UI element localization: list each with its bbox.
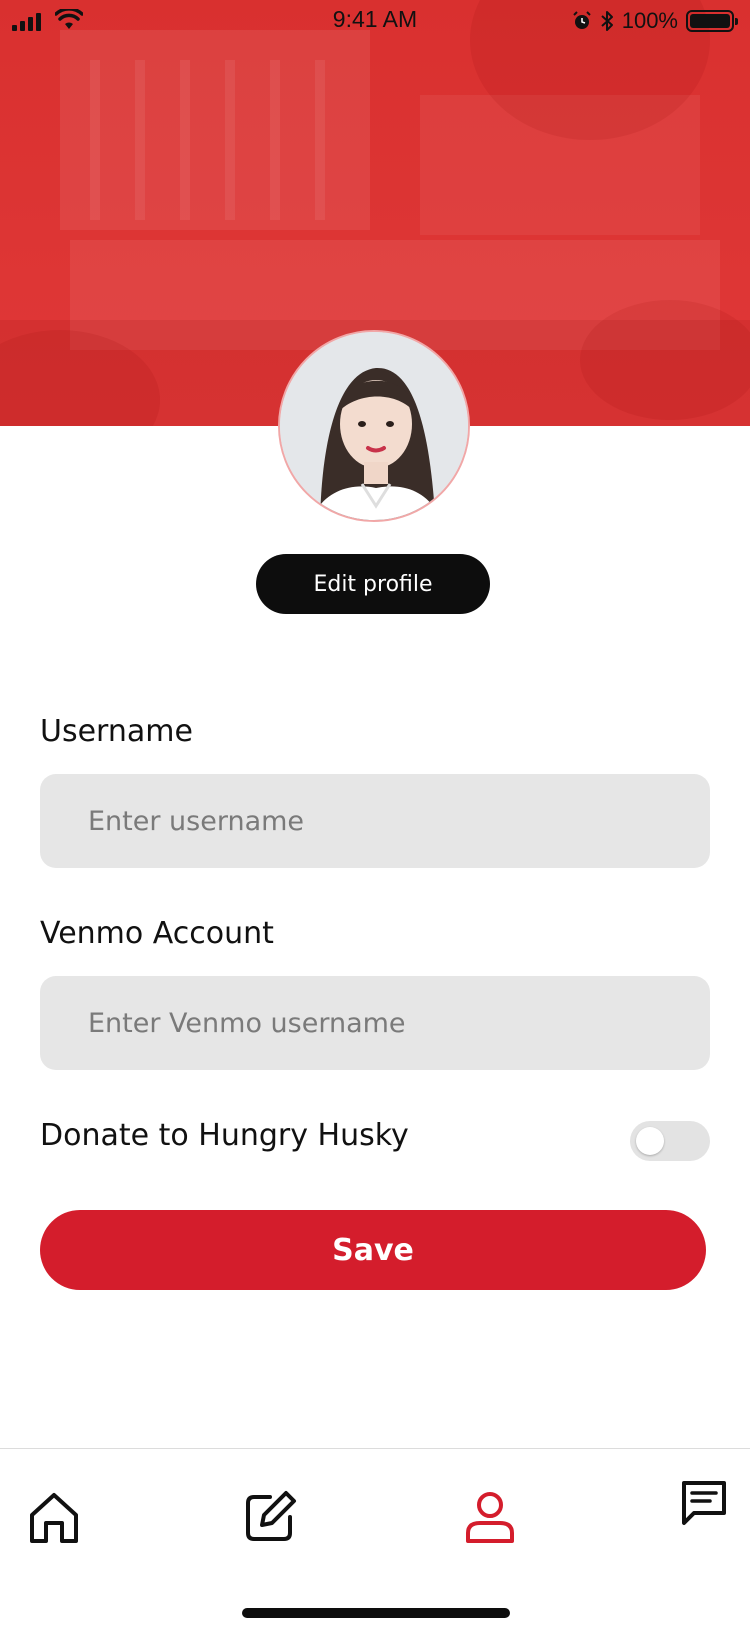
edit-profile-button[interactable]: Edit profile [256, 554, 490, 614]
status-bar: 9:41 AM 100% [0, 0, 750, 42]
donate-toggle[interactable] [630, 1121, 710, 1161]
donate-label: Donate to Hungry Husky [40, 1118, 409, 1153]
tab-home[interactable] [24, 1487, 84, 1547]
battery-percent: 100% [621, 8, 678, 33]
edit-icon [246, 1491, 296, 1541]
save-button[interactable]: Save [40, 1210, 706, 1290]
battery-icon [686, 10, 738, 32]
username-placeholder: Enter username [88, 805, 305, 837]
toggle-knob [636, 1127, 664, 1155]
home-indicator [242, 1608, 510, 1618]
venmo-input[interactable]: Enter Venmo username [40, 976, 710, 1070]
venmo-label: Venmo Account [40, 916, 274, 951]
user-icon [466, 1492, 514, 1543]
username-input[interactable]: Enter username [40, 774, 710, 868]
avatar[interactable] [278, 330, 470, 522]
message-icon [682, 1481, 726, 1525]
username-label: Username [40, 714, 193, 749]
home-icon [30, 1493, 78, 1543]
alarm-icon [573, 11, 591, 29]
tab-profile[interactable] [460, 1487, 520, 1547]
venmo-placeholder: Enter Venmo username [88, 1007, 406, 1039]
tab-messages[interactable] [678, 1477, 730, 1529]
bluetooth-icon [601, 11, 613, 31]
tab-edit[interactable] [240, 1487, 300, 1547]
avatar-portrait [280, 332, 468, 520]
